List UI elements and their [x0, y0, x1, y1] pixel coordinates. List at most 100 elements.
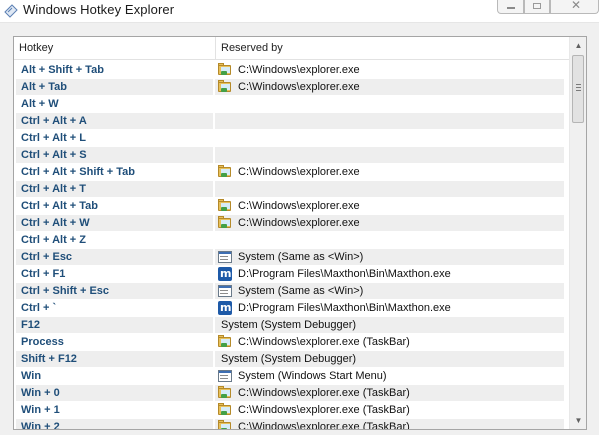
reserved-by-text: C:\Windows\explorer.exe: [238, 81, 360, 93]
reserved-by-cell: [215, 130, 564, 146]
reserved-by-text: System (Same as <Win>): [238, 251, 364, 263]
close-button[interactable]: ✕: [550, 0, 599, 14]
explorer-icon: [217, 334, 233, 350]
column-header-reserved-by[interactable]: Reserved by: [215, 37, 561, 59]
table-row[interactable]: Win System (Windows Start Menu): [14, 368, 569, 385]
table-row[interactable]: Ctrl + Esc System (Same as <Win>): [14, 249, 569, 266]
vertical-scrollbar[interactable]: ▲ ▼: [569, 37, 586, 429]
list-header: Hotkey Reserved by: [14, 37, 569, 60]
reserved-by-text: C:\Windows\explorer.exe: [238, 200, 360, 212]
reserved-by-cell: C:\Windows\explorer.exe: [215, 79, 564, 95]
reserved-by-cell: [215, 232, 564, 248]
table-row[interactable]: Alt + Tab C:\Windows\explorer.exe: [14, 79, 569, 96]
table-row[interactable]: Ctrl + F1 m D:\Program Files\Maxthon\Bin\M…: [14, 266, 569, 283]
reserved-by-text: C:\Windows\explorer.exe: [238, 64, 360, 76]
table-row[interactable]: Shift + F12 System (System Debugger): [14, 351, 569, 368]
system-window-icon: [217, 368, 233, 384]
table-row[interactable]: Ctrl + Shift + Esc System (Same as <Win>): [14, 283, 569, 300]
scroll-up-button[interactable]: ▲: [570, 37, 586, 54]
hotkey-cell: Ctrl + Alt + W: [16, 215, 213, 231]
window-title: Windows Hotkey Explorer: [23, 2, 175, 17]
reserved-by-cell: m D:\Program Files\Maxthon\Bin\Maxthon.ex…: [215, 266, 564, 282]
reserved-by-text: System (System Debugger): [221, 319, 357, 331]
hotkey-cell: Ctrl + Alt + Tab: [21, 200, 99, 212]
minimize-button[interactable]: [497, 0, 524, 14]
reserved-by-text: C:\Windows\explorer.exe (TaskBar): [238, 421, 410, 430]
reserved-by-cell: C:\Windows\explorer.exe: [215, 198, 564, 214]
reserved-by-cell: C:\Windows\explorer.exe (TaskBar): [215, 419, 564, 430]
maxthon-icon: m: [218, 301, 232, 315]
app-logo-icon: [4, 4, 18, 18]
reserved-by-cell: System (Same as <Win>): [215, 283, 564, 299]
table-row[interactable]: Win + 2 C:\Windows\explorer.exe (TaskBar): [14, 419, 569, 430]
table-row[interactable]: Win + 1 C:\Windows\explorer.exe (TaskBar): [14, 402, 569, 419]
grip-line: [576, 84, 581, 85]
table-row[interactable]: Ctrl + Alt + W C:\Windows\explorer.exe: [14, 215, 569, 232]
hotkey-cell: Alt + Shift + Tab: [21, 64, 104, 76]
system-window-icon: [217, 249, 233, 265]
hotkey-cell: Ctrl + Alt + Shift + Tab: [21, 166, 135, 178]
hotkey-cell: Alt + W: [21, 98, 59, 110]
maximize-button[interactable]: [524, 0, 550, 14]
table-row[interactable]: Win + 0 C:\Windows\explorer.exe (TaskBar): [14, 385, 569, 402]
table-row[interactable]: Process C:\Windows\explorer.exe (TaskBar): [14, 334, 569, 351]
reserved-by-cell: m D:\Program Files\Maxthon\Bin\Maxthon.ex…: [215, 300, 564, 316]
hotkey-cell: Ctrl + Shift + Esc: [16, 283, 213, 299]
minimize-icon: [507, 7, 515, 9]
reserved-by-text: System (System Debugger): [221, 353, 357, 365]
table-row[interactable]: Ctrl + Alt + L: [14, 130, 569, 147]
system-window-icon: [217, 283, 233, 299]
table-row[interactable]: Alt + W: [14, 96, 569, 113]
column-header-hotkey[interactable]: Hotkey: [19, 37, 214, 59]
reserved-by-text: C:\Windows\explorer.exe (TaskBar): [238, 387, 410, 399]
maximize-icon: [533, 3, 541, 9]
reserved-by-text: C:\Windows\explorer.exe (TaskBar): [238, 404, 410, 416]
app-window: Windows Hotkey Explorer ✕ Hotkey Reserve…: [0, 0, 599, 435]
reserved-by-cell: System (System Debugger): [215, 351, 564, 367]
reserved-by-text: C:\Windows\explorer.exe (TaskBar): [238, 336, 410, 348]
hotkey-cell: Ctrl + Esc: [16, 249, 213, 265]
reserved-by-cell: [215, 96, 564, 112]
list-rows: Alt + Shift + Tab C:\Windows\explorer.exe…: [14, 62, 569, 430]
table-row[interactable]: Ctrl + Alt + S: [14, 147, 569, 164]
table-row[interactable]: Ctrl + ` m D:\Program Files\Maxthon\Bin\Ma…: [14, 300, 569, 317]
hotkey-cell: Win + 1: [21, 404, 60, 416]
reserved-by-cell: C:\Windows\explorer.exe: [215, 215, 564, 231]
hotkey-cell: Shift + F12: [16, 351, 213, 367]
table-row[interactable]: Alt + Shift + Tab C:\Windows\explorer.exe: [14, 62, 569, 79]
hotkey-cell: Ctrl + Alt + A: [16, 113, 213, 129]
table-row[interactable]: F12 System (System Debugger): [14, 317, 569, 334]
grip-line: [576, 87, 581, 88]
reserved-by-cell: [215, 113, 564, 129]
hotkey-cell: Ctrl + Alt + T: [16, 181, 213, 197]
hotkey-cell: F12: [16, 317, 213, 333]
reserved-by-text: D:\Program Files\Maxthon\Bin\Maxthon.exe: [238, 302, 451, 314]
table-row[interactable]: Ctrl + Alt + Z: [14, 232, 569, 249]
title-bar[interactable]: Windows Hotkey Explorer ✕: [0, 0, 599, 23]
table-row[interactable]: Ctrl + Alt + A: [14, 113, 569, 130]
reserved-by-cell: [215, 181, 564, 197]
hotkey-cell: Ctrl + Alt + S: [16, 147, 213, 163]
table-row[interactable]: Ctrl + Alt + Shift + Tab C:\Windows\explo…: [14, 164, 569, 181]
reserved-by-cell: [215, 147, 564, 163]
reserved-by-cell: C:\Windows\explorer.exe (TaskBar): [215, 402, 564, 418]
scroll-thumb[interactable]: [572, 55, 584, 123]
reserved-by-text: System (Same as <Win>): [238, 285, 364, 297]
explorer-icon: [217, 385, 233, 401]
explorer-icon: [217, 419, 233, 429]
hotkey-cell: Win + 2: [16, 419, 213, 429]
explorer-icon: [217, 198, 233, 214]
table-row[interactable]: Ctrl + Alt + Tab C:\Windows\explorer.exe: [14, 198, 569, 215]
table-row[interactable]: Ctrl + Alt + T: [14, 181, 569, 198]
reserved-by-text: C:\Windows\explorer.exe: [238, 166, 360, 178]
hotkey-list[interactable]: Hotkey Reserved by Alt + Shift + Tab C:\W…: [13, 36, 587, 430]
reserved-by-cell: System (System Debugger): [215, 317, 564, 333]
close-icon: ✕: [571, 0, 582, 12]
reserved-by-text: D:\Program Files\Maxthon\Bin\Maxthon.exe: [238, 268, 451, 280]
hotkey-cell: Ctrl + Alt + L: [21, 132, 86, 144]
scroll-down-button[interactable]: ▼: [570, 412, 586, 429]
reserved-by-cell: C:\Windows\explorer.exe (TaskBar): [215, 334, 564, 350]
explorer-icon: [217, 215, 233, 231]
reserved-by-cell: System (Same as <Win>): [215, 249, 564, 265]
grip-line: [576, 90, 581, 91]
